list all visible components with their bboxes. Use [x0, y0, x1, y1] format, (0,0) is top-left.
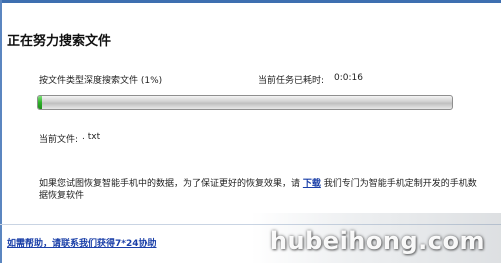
- elapsed-time-value: 0:0:16: [334, 73, 363, 83]
- progress-bar-fill: [38, 96, 43, 109]
- help-link[interactable]: 如需帮助，请联系我们获得7*24协助: [7, 236, 157, 249]
- recommendation-notice: 如果您试图恢复智能手机中的数据，为了保证更好的恢复效果，请 下载 我们专门为智能…: [39, 178, 479, 202]
- search-status-label: 按文件类型深度搜索文件 (1%): [39, 76, 163, 86]
- notice-text-before: 如果您试图恢复智能手机中的数据，为了保证更好的恢复效果，请: [39, 179, 303, 189]
- search-progress-bar: [37, 95, 453, 110]
- current-file-label: 当前文件:: [39, 135, 79, 145]
- current-file-value: . txt: [82, 132, 101, 142]
- watermark-text: hubeihong.com: [269, 227, 485, 255]
- dialog-title: 正在努力搜索文件: [7, 34, 112, 49]
- elapsed-time-label: 当前任务已耗时:: [258, 76, 325, 86]
- download-link[interactable]: 下载: [303, 179, 321, 189]
- window-top-border: [0, 0, 501, 3]
